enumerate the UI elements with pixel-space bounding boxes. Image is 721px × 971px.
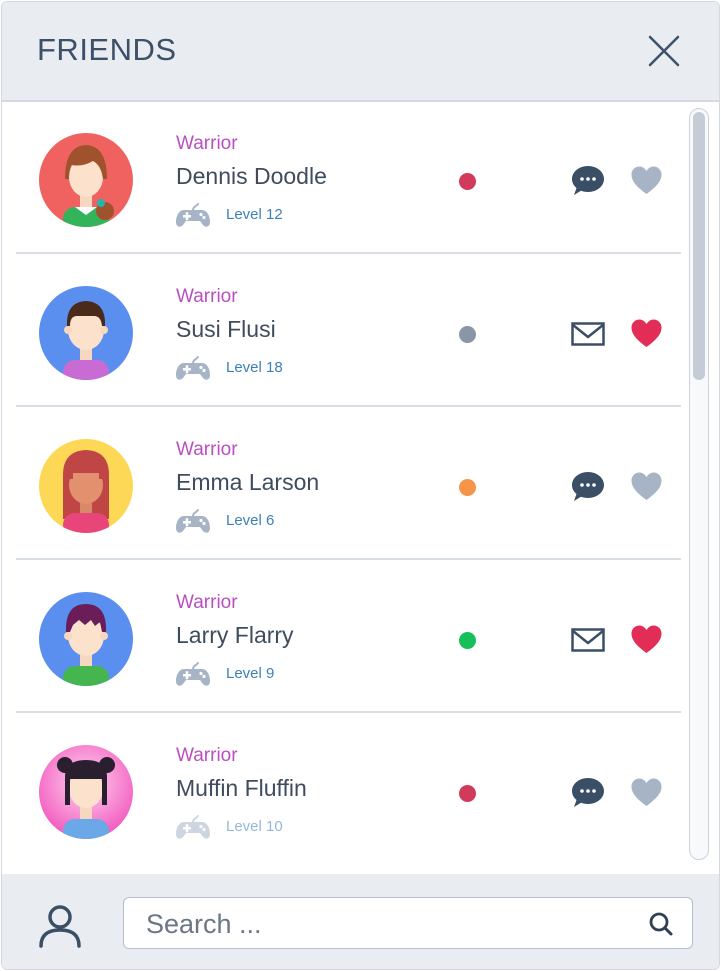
avatar[interactable] (39, 745, 133, 839)
status-dot (459, 173, 476, 190)
friend-name: Emma Larson (176, 469, 320, 495)
chat-bubble-icon[interactable] (570, 469, 606, 505)
friend-level: Level 12 (226, 206, 283, 223)
user-icon[interactable] (36, 902, 84, 950)
search-input[interactable] (144, 906, 628, 942)
row-divider (16, 711, 681, 713)
friend-level: Level 18 (226, 359, 283, 376)
status-dot (459, 326, 476, 343)
friend-name: Muffin Fluffin (176, 775, 307, 801)
gamepad-icon (176, 662, 210, 686)
gamepad-icon (176, 356, 210, 380)
friends-panel: FRIENDS Warrior Dennis Doodle Level 12 W… (1, 1, 720, 970)
heart-icon[interactable] (631, 625, 662, 654)
avatar[interactable] (39, 439, 133, 533)
envelope-icon[interactable] (570, 622, 606, 658)
friend-row[interactable]: Warrior Muffin Fluffin Level 10 (16, 714, 681, 866)
row-divider (16, 252, 681, 254)
scrollbar-thumb[interactable] (693, 112, 705, 380)
friend-class: Warrior (176, 133, 238, 154)
panel-header: FRIENDS (2, 2, 719, 102)
friend-level: Level 10 (226, 818, 283, 835)
friend-name: Susi Flusi (176, 316, 276, 342)
friends-list[interactable]: Warrior Dennis Doodle Level 12 Warrior S… (2, 102, 719, 874)
friend-level: Level 6 (226, 512, 275, 529)
status-dot (459, 632, 476, 649)
friend-name: Larry Flarry (176, 622, 294, 648)
scrollbar[interactable] (689, 108, 709, 860)
friend-class: Warrior (176, 286, 238, 307)
close-icon[interactable] (646, 33, 682, 69)
heart-icon[interactable] (631, 166, 662, 195)
avatar[interactable] (39, 286, 133, 380)
friend-row[interactable]: Warrior Dennis Doodle Level 12 (16, 102, 681, 254)
status-dot (459, 785, 476, 802)
heart-icon[interactable] (631, 319, 662, 348)
friend-class: Warrior (176, 745, 238, 766)
gamepad-icon (176, 815, 210, 839)
avatar[interactable] (39, 133, 133, 227)
search-box[interactable] (123, 897, 693, 949)
friend-row[interactable]: Warrior Larry Flarry Level 9 (16, 561, 681, 713)
heart-icon[interactable] (631, 472, 662, 501)
chat-bubble-icon[interactable] (570, 163, 606, 199)
friend-row[interactable]: Warrior Emma Larson Level 6 (16, 408, 681, 560)
avatar[interactable] (39, 592, 133, 686)
row-divider (16, 558, 681, 560)
chat-bubble-icon[interactable] (570, 775, 606, 811)
search-icon[interactable] (648, 911, 674, 937)
friend-level: Level 9 (226, 665, 275, 682)
friend-row[interactable]: Warrior Susi Flusi Level 18 (16, 255, 681, 407)
envelope-icon[interactable] (570, 316, 606, 352)
friend-class: Warrior (176, 439, 238, 460)
gamepad-icon (176, 203, 210, 227)
friend-name: Dennis Doodle (176, 163, 327, 189)
row-divider (16, 405, 681, 407)
friend-class: Warrior (176, 592, 238, 613)
panel-footer (2, 874, 719, 969)
panel-title: FRIENDS (37, 32, 177, 67)
status-dot (459, 479, 476, 496)
gamepad-icon (176, 509, 210, 533)
heart-icon[interactable] (631, 778, 662, 807)
